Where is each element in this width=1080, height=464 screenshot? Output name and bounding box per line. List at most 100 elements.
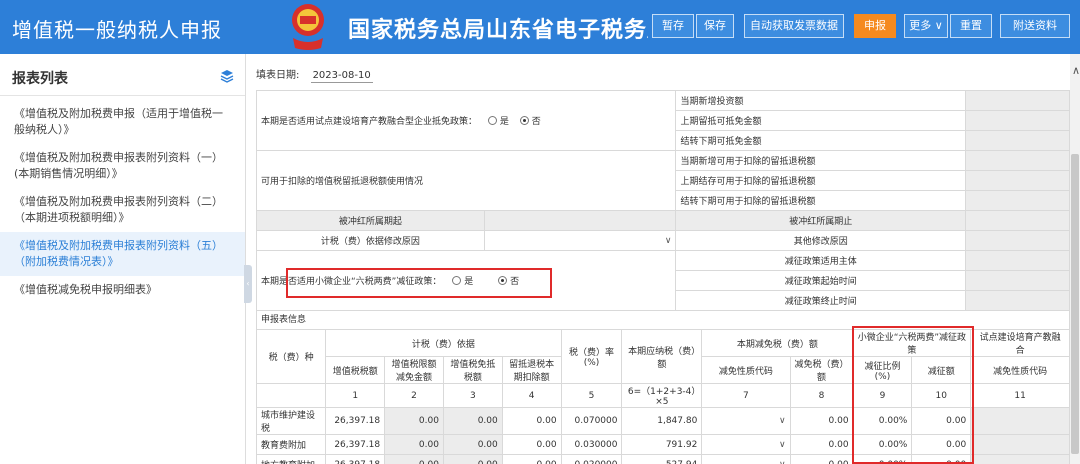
row-tax-name: 教育费附加: [255, 434, 327, 455]
cell: 0.00: [442, 407, 503, 435]
th-reduce-amount: 减免税（费）额: [789, 356, 854, 384]
th-vat-exempt-offset: 增值税免抵税额: [442, 356, 503, 384]
pilot-yes-radio[interactable]: [487, 116, 497, 125]
cell: 0.00: [501, 434, 562, 455]
chevron-down-icon: ∨: [778, 439, 786, 450]
reset-button[interactable]: 重置: [950, 14, 992, 38]
offset-end-label: 被冲红所属期止: [675, 210, 967, 231]
cell: 0.070000: [560, 407, 623, 435]
sidebar-item-schedule-5[interactable]: 《增值税及附加税费申报表附列资料（五）（附加税费情况表）》: [0, 232, 245, 276]
cell[interactable]: 0.00: [789, 434, 854, 455]
sidebar-item-exemption[interactable]: 《增值税减免税申报明细表》: [0, 276, 245, 304]
field-value: [965, 150, 1070, 171]
col-num: 5: [560, 383, 623, 408]
pilot-no-label: 否: [531, 117, 541, 127]
sidebar-item-schedule-1[interactable]: 《增值税及附加税费申报表附列资料（一）(本期销售情况明细）》: [0, 144, 245, 188]
fill-date-value[interactable]: 2023-08-10: [310, 70, 373, 83]
more-label: 更多: [909, 19, 932, 32]
field-value: [965, 270, 1070, 291]
save-draft-button[interactable]: 暂存: [652, 14, 694, 38]
auto-fetch-invoice-button[interactable]: 自动获取发票数据: [744, 14, 844, 38]
th-pilot-code: 减免性质代码: [970, 356, 1070, 384]
reduce-code-select[interactable]: ∨: [701, 454, 791, 464]
declare-button[interactable]: 申报: [854, 14, 896, 38]
field-label: 当期新增投资额: [675, 90, 967, 111]
field-label: 减征政策起始时间: [675, 270, 967, 291]
offset-start-value: [483, 210, 677, 231]
pilot-policy-cell: 本期是否适用试点建设培育产教融合型企业抵免政策： 是 否: [255, 90, 677, 151]
sidebar-header: 报表列表: [0, 54, 245, 96]
field-label: 减征政策适用主体: [675, 250, 967, 271]
sidebar: 报表列表 《增值税及附加税费申报（适用于增值税一般纳税人）》 《增值税及附加税费…: [0, 54, 246, 464]
sidebar-item-main-return[interactable]: 《增值税及附加税费申报（适用于增值税一般纳税人）》: [0, 100, 245, 144]
field-label: 上期留抵可抵免金额: [675, 110, 967, 131]
org-title: 国家税务总局山东省电子税务局: [348, 18, 648, 43]
refund-usage-label: 可用于扣除的增值税留抵退税额使用情况: [255, 150, 677, 211]
tax-emblem-icon: [292, 4, 324, 50]
cell: 0.00: [501, 407, 562, 435]
attach-docs-button[interactable]: 附送资料: [1000, 14, 1070, 38]
th-basis: 计税（费）依据: [325, 329, 562, 357]
field-label: 减征政策终止时间: [675, 290, 967, 311]
cell: 0.00: [384, 407, 444, 435]
top-header: 增值税一般纳税人申报 国家税务总局山东省电子税务局 暂存 保存 自动获取发票数据…: [0, 0, 1080, 54]
col-num: 1: [325, 383, 386, 408]
field-value: [965, 190, 1070, 211]
sidebar-item-schedule-2[interactable]: 《增值税及附加税费申报表附列资料（二）（本期进项税额明细）》: [0, 188, 245, 232]
cell[interactable]: 0.00: [789, 454, 854, 464]
th-vat-amount: 增值税税额: [325, 356, 386, 384]
small-columns-highlight: [852, 326, 974, 464]
small-policy-highlight: [286, 268, 552, 298]
more-button[interactable]: 更多 ∨: [904, 14, 948, 38]
th-reduce-code: 减免性质代码: [701, 356, 791, 384]
row-tax-name: 城市维护建设税: [255, 407, 327, 435]
chevron-down-icon: ∨: [664, 235, 672, 246]
cell: 1,847.80: [621, 407, 703, 435]
basis-reason-select[interactable]: ∨: [483, 230, 677, 251]
cell: 527.94: [621, 454, 703, 464]
layers-icon[interactable]: [220, 69, 234, 83]
field-value: [965, 290, 1070, 311]
row-tax-name: 地方教育附加: [255, 454, 327, 464]
chevron-down-icon: ∨: [779, 460, 786, 464]
pilot-yes-label: 是: [499, 117, 509, 127]
th-pilot: 试点建设培育产教融合: [970, 329, 1070, 357]
reduce-code-select[interactable]: ∨: [701, 434, 791, 455]
th-rate: 税（费）率(%): [560, 329, 623, 384]
main-panel: 填表日期: 2023-08-10 本期是否适用试点建设培育产教融合型企业抵免政策…: [252, 54, 1080, 464]
scroll-up-icon[interactable]: ∧: [1072, 64, 1080, 77]
cell: 26,397.18: [325, 454, 386, 464]
col-num: 3: [442, 383, 503, 408]
cell: 0.030000: [560, 434, 623, 455]
cell[interactable]: 0.00: [789, 407, 854, 435]
cell: 0.00: [501, 454, 562, 464]
offset-start-label: 被冲红所属期起: [256, 210, 485, 231]
cell: 791.92: [621, 434, 703, 455]
sidebar-title: 报表列表: [12, 71, 68, 87]
scrollbar-thumb[interactable]: [1071, 154, 1079, 454]
field-label: 结转下期可抵免金额: [675, 130, 967, 151]
field-label: 结转下期可用于扣除的留抵退税额: [675, 190, 967, 211]
other-reason-label: 其他修改原因: [675, 230, 967, 251]
cell: [970, 454, 1070, 464]
field-value: [965, 90, 1070, 111]
cell: 0.00: [384, 454, 444, 464]
col-num: 2: [384, 383, 444, 408]
cell: 0.00: [442, 434, 503, 455]
policy-table: 本期是否适用试点建设培育产教融合型企业抵免政策： 是 否 当期新增投资额 上期留…: [255, 90, 1070, 211]
th-tax-type: 税（费）种: [255, 329, 327, 384]
cell: 26,397.18: [325, 434, 386, 455]
other-reason-value: [965, 230, 1070, 251]
pilot-no-radio[interactable]: [519, 116, 529, 125]
cell: 0.00: [384, 434, 444, 455]
sidebar-collapse-handle[interactable]: ‹: [244, 265, 252, 303]
cell: 0.00: [442, 454, 503, 464]
th-reduce: 本期减免税（费）额: [701, 329, 854, 357]
save-button[interactable]: 保存: [696, 14, 734, 38]
basis-reason-label: 计税（费）依据修改原因: [256, 230, 485, 251]
reduce-code-select[interactable]: ∨: [701, 407, 791, 435]
field-value: [965, 170, 1070, 191]
field-value: [965, 250, 1070, 271]
offset-end-value: [965, 210, 1070, 231]
th-refund-deduct: 留抵退税本期扣除额: [501, 356, 562, 384]
